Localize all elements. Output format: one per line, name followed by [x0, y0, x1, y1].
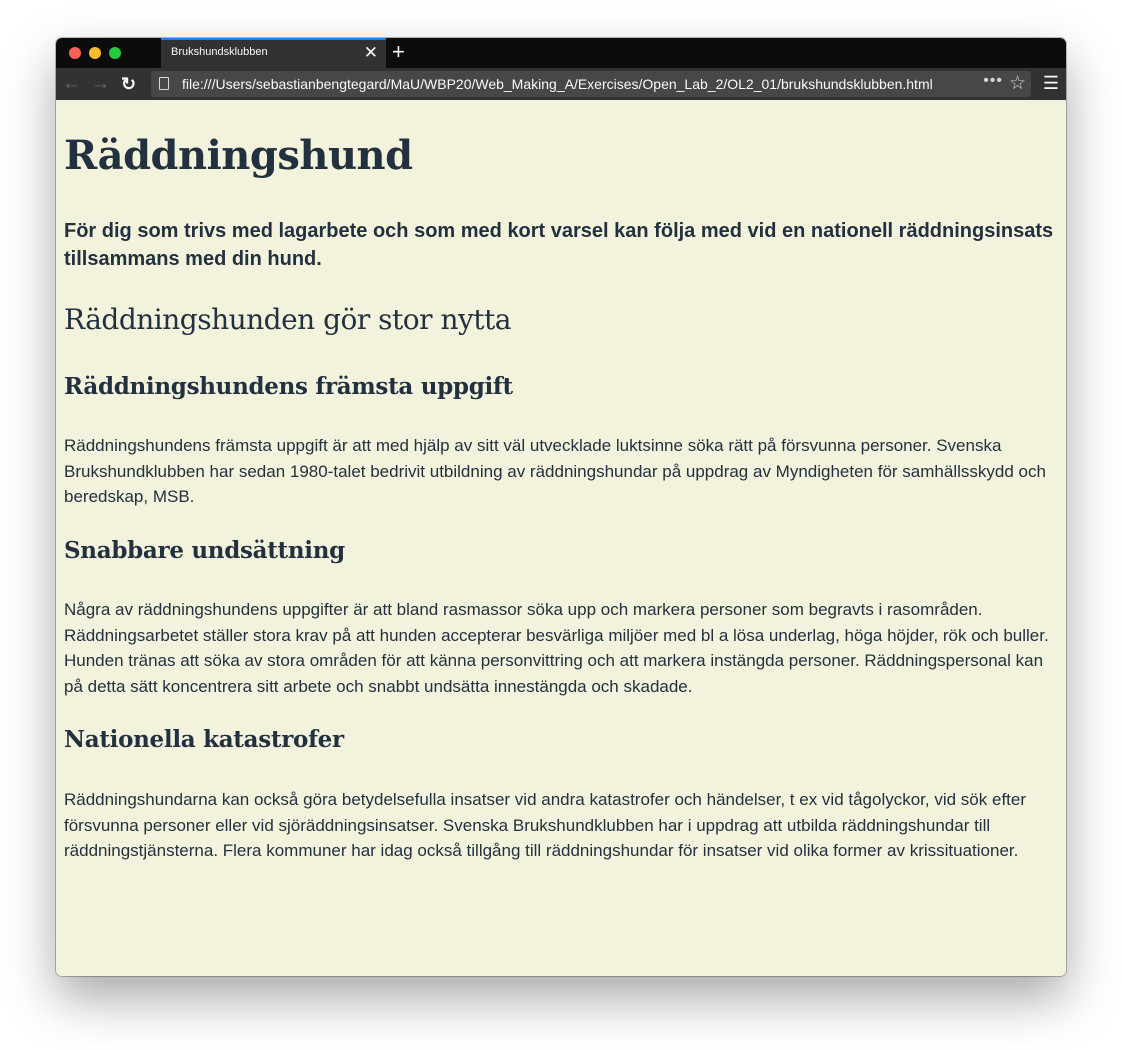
page-subtitle: Räddningshunden gör stor nytta: [64, 303, 512, 336]
minimize-window-button[interactable]: [89, 47, 101, 59]
tab-title: Brukshundsklubben: [171, 46, 268, 58]
reload-icon[interactable]: ↻: [121, 73, 136, 95]
navigation-toolbar: ← → ↻ file:///Users/sebastianbengtegard/…: [56, 68, 1066, 100]
section-text: Några av räddningshundens uppgifter är a…: [64, 600, 1049, 696]
hamburger-menu-icon[interactable]: ☰: [1043, 73, 1059, 94]
page-content: Räddningshund För dig som trivs med laga…: [56, 100, 1066, 976]
page-actions-icon[interactable]: •••: [983, 72, 1003, 90]
title-bar: Brukshundsklubben ✕ +: [56, 38, 1066, 68]
close-window-button[interactable]: [69, 47, 81, 59]
browser-window: Brukshundsklubben ✕ + ← → ↻ file:///User…: [56, 38, 1066, 976]
section-text: Räddningshundens främsta uppgift är att …: [64, 436, 1046, 506]
lead-text: För dig som trivs med lagarbete och som …: [64, 220, 1054, 270]
page-icon: [159, 77, 169, 90]
section-heading: Snabbare undsättning: [64, 537, 345, 564]
forward-arrow-icon[interactable]: →: [91, 73, 110, 95]
section-heading: Räddningshundens främsta uppgift: [64, 373, 513, 400]
close-tab-icon[interactable]: ✕: [364, 43, 378, 63]
new-tab-icon[interactable]: +: [392, 39, 405, 65]
section-heading: Nationella katastrofer: [64, 726, 344, 753]
section-text: Räddningshundarna kan också göra betydel…: [64, 790, 1027, 860]
address-bar[interactable]: file:///Users/sebastianbengtegard/MaU/WB…: [151, 71, 1031, 97]
bookmark-star-icon[interactable]: ☆: [1009, 72, 1026, 95]
maximize-window-button[interactable]: [109, 47, 121, 59]
tab-brukshundsklubben[interactable]: Brukshundsklubben ✕: [161, 38, 386, 68]
page-title: Räddningshund: [64, 132, 413, 179]
back-arrow-icon[interactable]: ←: [62, 73, 81, 95]
url-text[interactable]: file:///Users/sebastianbengtegard/MaU/WB…: [182, 76, 933, 92]
